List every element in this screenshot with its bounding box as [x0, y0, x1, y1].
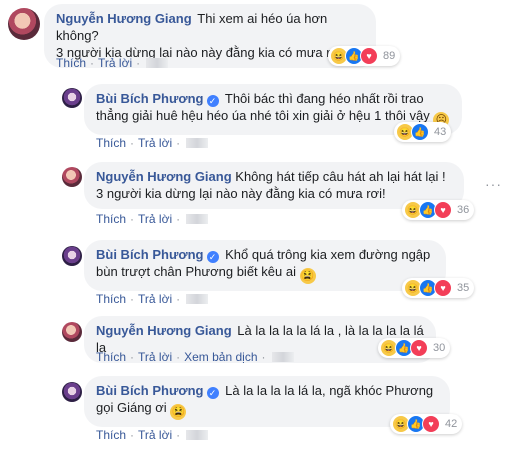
love-reaction-icon: ♥	[434, 279, 452, 297]
like-link[interactable]: Thích	[96, 212, 126, 226]
timestamp-blurred	[186, 294, 209, 304]
like-link[interactable]: Thích	[96, 428, 126, 442]
reaction-summary[interactable]: 😆 👍 ♥ 30	[378, 338, 451, 358]
comment-author[interactable]: Nguyễn Hương Giang	[96, 169, 232, 184]
comment-actions: Thích · Trả lời ·	[96, 212, 209, 226]
reply-link[interactable]: Trả lời	[138, 292, 172, 306]
comment-actions: Thích · Trả lời ·	[96, 428, 209, 442]
verified-badge-icon: ✓	[206, 251, 219, 263]
like-link[interactable]: Thích	[96, 136, 126, 150]
comment-author[interactable]: Bùi Bích Phương	[96, 383, 204, 398]
timestamp-blurred	[271, 352, 294, 362]
verified-badge-icon: ✓	[206, 95, 219, 107]
comment-bubble: Bùi Bích Phương ✓ Khổ quá trông kia xem đ…	[84, 240, 446, 291]
comment-author[interactable]: Bùi Bích Phương	[96, 247, 204, 262]
comment-actions: Thích · Trả lời · Xem bản dịch ·	[96, 350, 294, 364]
like-link[interactable]: Thích	[96, 292, 126, 306]
separator: ·	[90, 56, 95, 70]
reaction-count: 42	[445, 418, 458, 430]
like-reaction-icon: 👍	[411, 123, 429, 141]
comment-author[interactable]: Bùi Bích Phương	[96, 91, 204, 106]
love-reaction-icon: ♥	[434, 201, 452, 219]
reaction-summary[interactable]: 😆 👍 ♥ 89	[328, 46, 401, 66]
reply-link[interactable]: Trả lời	[138, 212, 172, 226]
reply-link[interactable]: Trả lời	[138, 350, 172, 364]
reaction-count: 36	[457, 204, 470, 216]
translate-link[interactable]: Xem bản dịch	[184, 350, 257, 364]
reaction-summary[interactable]: 😆 👍 ♥ 35	[402, 278, 475, 298]
separator: ·	[261, 350, 266, 364]
reply-link[interactable]: Trả lời	[98, 56, 132, 70]
separator: ·	[130, 350, 135, 364]
avatar[interactable]	[62, 246, 82, 266]
reaction-summary[interactable]: 😆 👍 43	[394, 122, 452, 142]
avatar[interactable]	[62, 88, 82, 108]
timestamp-blurred	[186, 138, 209, 148]
separator: ·	[176, 212, 181, 226]
timestamp-blurred	[186, 430, 209, 440]
separator: ·	[130, 292, 135, 306]
reaction-count: 35	[457, 282, 470, 294]
separator: ·	[176, 292, 181, 306]
reaction-count: 89	[383, 50, 396, 62]
avatar[interactable]	[62, 322, 82, 342]
comment-actions: Thích · Trả lời ·	[96, 292, 209, 306]
reaction-summary[interactable]: 😆 👍 ♥ 36	[402, 200, 475, 220]
reply-link[interactable]: Trả lời	[138, 136, 172, 150]
timestamp-blurred	[146, 58, 169, 68]
comment-actions: Thích · Trả lời ·	[56, 56, 169, 70]
reaction-count: 30	[433, 342, 446, 354]
comment-author[interactable]: Nguyễn Hương Giang	[56, 11, 192, 26]
avatar[interactable]	[62, 382, 82, 402]
tired-emoji-icon: 😫	[299, 268, 316, 284]
tired-emoji-icon: 😫	[170, 404, 187, 420]
love-reaction-icon: ♥	[422, 415, 440, 433]
comment-author[interactable]: Nguyễn Hương Giang	[96, 323, 232, 338]
reaction-summary[interactable]: 😆 👍 ♥ 42	[390, 414, 463, 434]
more-options-icon[interactable]: ···	[485, 176, 502, 192]
separator: ·	[130, 136, 135, 150]
love-reaction-icon: ♥	[410, 339, 428, 357]
separator: ·	[130, 212, 135, 226]
verified-badge-icon: ✓	[206, 387, 219, 399]
like-link[interactable]: Thích	[56, 56, 86, 70]
avatar[interactable]	[8, 8, 40, 40]
reply-link[interactable]: Trả lời	[138, 428, 172, 442]
separator: ·	[176, 136, 181, 150]
like-link[interactable]: Thích	[96, 350, 126, 364]
separator: ·	[130, 428, 135, 442]
avatar[interactable]	[62, 167, 82, 187]
separator: ·	[136, 56, 141, 70]
separator: ·	[176, 428, 181, 442]
separator: ·	[176, 350, 181, 364]
timestamp-blurred	[186, 214, 209, 224]
love-reaction-icon: ♥	[360, 47, 378, 65]
comment-actions: Thích · Trả lời ·	[96, 136, 209, 150]
reaction-count: 43	[434, 126, 447, 138]
